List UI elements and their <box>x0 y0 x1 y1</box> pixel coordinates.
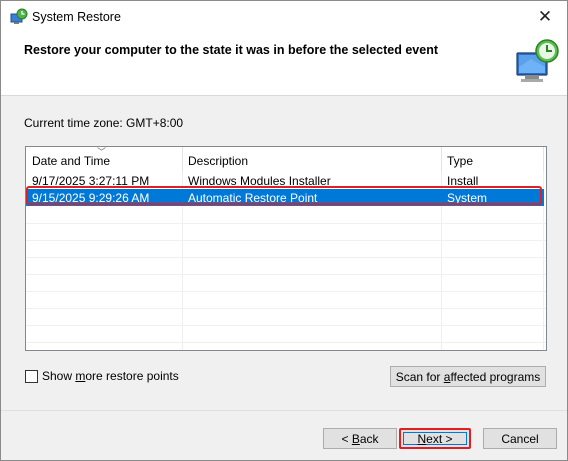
selected-row-highlight <box>26 186 542 205</box>
monitor-restore-clock-icon <box>516 39 559 82</box>
header-divider <box>182 147 183 171</box>
header-divider <box>543 147 544 171</box>
restore-points-list[interactable]: ﹀ Date and Time Description Type 9/17/20… <box>25 146 547 351</box>
header-banner: System Restore ✕ Restore your computer t… <box>1 1 567 96</box>
close-button[interactable]: ✕ <box>523 1 567 33</box>
close-icon: ✕ <box>537 7 553 26</box>
title-bar: System Restore ✕ <box>1 1 567 33</box>
cancel-button-label: Cancel <box>501 431 539 446</box>
cancel-button[interactable]: Cancel <box>483 428 557 449</box>
scan-affected-programs-button[interactable]: Scan for affected programs <box>390 366 546 387</box>
back-button[interactable]: < Back <box>323 428 397 449</box>
column-header-type[interactable]: Type <box>447 154 473 168</box>
next-button[interactable]: Next > <box>399 428 471 449</box>
next-button-focus: Next > <box>403 431 467 446</box>
system-restore-icon <box>10 8 28 24</box>
next-button-label: Next > <box>417 431 453 446</box>
row-divider <box>26 325 546 326</box>
header-divider <box>441 147 442 171</box>
checkbox-box[interactable] <box>25 369 38 383</box>
page-headline: Restore your computer to the state it wa… <box>24 43 438 57</box>
row-divider <box>26 223 546 224</box>
row-divider <box>26 274 546 275</box>
system-restore-window: System Restore ✕ Restore your computer t… <box>0 0 568 461</box>
list-header: ﹀ Date and Time Description Type <box>26 147 546 171</box>
window-title: System Restore <box>32 10 121 24</box>
scan-button-label: Scan for affected programs <box>395 369 541 384</box>
row-divider <box>26 257 546 258</box>
row-divider <box>26 342 546 343</box>
show-more-restore-points-checkbox[interactable]: Show more restore points <box>25 369 179 383</box>
column-header-description[interactable]: Description <box>188 154 248 168</box>
current-timezone-label: Current time zone: GMT+8:00 <box>24 116 184 130</box>
footer-divider <box>1 410 567 411</box>
row-divider <box>26 291 546 292</box>
row-divider <box>26 240 546 241</box>
column-header-date[interactable]: Date and Time <box>32 154 110 168</box>
row-divider <box>26 308 546 309</box>
back-button-label: < Back <box>341 431 379 446</box>
checkbox-label: Show more restore points <box>42 369 179 383</box>
